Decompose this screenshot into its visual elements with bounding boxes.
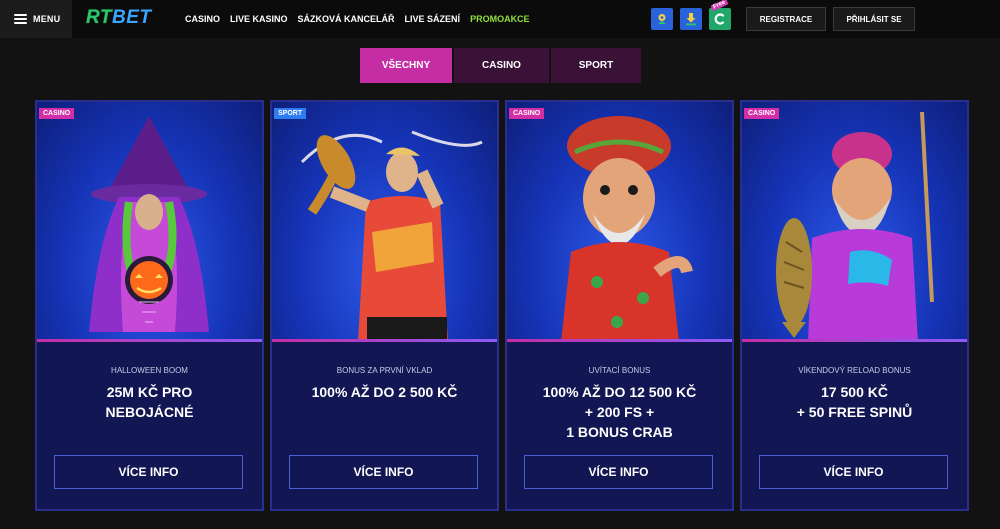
category-badge: CASINO: [744, 108, 780, 119]
promo-card-body: BONUS ZA PRVNÍ VKLAD 100% AŽ DO 2 500 KČ…: [272, 342, 497, 509]
logo[interactable]: RTBET: [86, 7, 151, 29]
promo-subtitle: BONUS ZA PRVNÍ VKLAD: [336, 366, 433, 375]
nav-casino[interactable]: CASINO: [185, 14, 220, 24]
register-button[interactable]: REGISTRACE: [746, 7, 826, 31]
category-badge: SPORT: [274, 108, 307, 119]
download-icon: [686, 13, 696, 26]
nav-promotions[interactable]: PROMOAKCE: [470, 14, 530, 24]
promo-card-weekend-reload: CASINO VÍKENDOVÝ RELOAD BONUS 17 500 KČ …: [740, 100, 969, 511]
top-bar: MENU RTBET CASINO LIVE KASINO SÁZKOVÁ KA…: [0, 0, 1000, 38]
nav-sportsbook[interactable]: SÁZKOVÁ KANCELÁŘ: [298, 14, 395, 24]
nav-live-casino[interactable]: LIVE KASINO: [230, 14, 288, 24]
tab-sport[interactable]: SPORT: [551, 48, 641, 83]
promo-headline: 100% AŽ DO 2 500 KČ: [272, 382, 497, 402]
tab-all[interactable]: VŠECHNY: [360, 48, 452, 83]
promo-headline: 100% AŽ DO 12 500 KČ + 200 FS + 1 BONUS …: [507, 382, 732, 442]
promo-card-sport-first-deposit: SPORT BONUS ZA PRVNÍ VKLAD 100% AŽ DO 2 …: [270, 100, 499, 511]
location-button[interactable]: [651, 8, 673, 30]
free-bonus-icon: [714, 13, 725, 25]
old-man-illustration: [561, 116, 693, 342]
promo-card-body: HALLOWEEN BOOM 25M KČ PRO NEBOJÁCNÉ VÍCE…: [37, 342, 262, 509]
more-info-button[interactable]: VÍCE INFO: [54, 455, 243, 489]
menu-icon: [14, 14, 27, 24]
more-info-button[interactable]: VÍCE INFO: [524, 455, 713, 489]
free-bonus-button[interactable]: Free: [709, 0, 731, 30]
promo-card-welcome-casino: CASINO UVÍTACÍ BONUS 100% AŽ DO 12 500 K…: [505, 100, 734, 511]
promo-image-witch: [37, 102, 262, 342]
headline-line: 100% AŽ DO 12 500 KČ: [542, 384, 697, 400]
promo-image-trophy-player: [272, 102, 497, 342]
trophy-player-illustration: [300, 130, 483, 342]
promo-image-fisherman: [742, 102, 967, 342]
promo-card-body: UVÍTACÍ BONUS 100% AŽ DO 12 500 KČ + 200…: [507, 342, 732, 509]
headline-line: 1 BONUS CRAB: [566, 424, 673, 440]
promo-card-halloween: CASINO HALLOWEEN BOOM 25M KČ PRO NEBOJÁC…: [35, 100, 264, 511]
more-info-button[interactable]: VÍCE INFO: [759, 455, 948, 489]
logo-bet: BET: [111, 7, 152, 28]
fisherman-illustration: [776, 111, 934, 342]
category-badge: CASINO: [39, 108, 75, 119]
promo-card-body: VÍKENDOVÝ RELOAD BONUS 17 500 KČ + 50 FR…: [742, 342, 967, 509]
headline-line: 17 500 KČ: [821, 384, 888, 400]
tab-casino[interactable]: CASINO: [454, 48, 549, 83]
login-button[interactable]: PŘIHLÁSIT SE: [833, 7, 915, 31]
more-info-button[interactable]: VÍCE INFO: [289, 455, 478, 489]
witch-illustration: [89, 116, 209, 332]
promo-headline: 17 500 KČ + 50 FREE SPINŮ: [742, 382, 967, 422]
headline-line: 100% AŽ DO 2 500 KČ: [311, 384, 458, 400]
free-tag: Free: [710, 0, 729, 12]
location-icon: [658, 14, 666, 24]
promo-headline: 25M KČ PRO NEBOJÁCNÉ: [37, 382, 262, 422]
main-nav: CASINO LIVE KASINO SÁZKOVÁ KANCELÁŘ LIVE…: [185, 0, 530, 38]
category-badge: CASINO: [509, 108, 545, 119]
headline-line: + 200 FS +: [584, 404, 655, 420]
promo-subtitle: VÍKENDOVÝ RELOAD BONUS: [798, 366, 911, 375]
promo-subtitle: UVÍTACÍ BONUS: [588, 366, 651, 375]
promo-image-old-man: [507, 102, 732, 342]
headline-line: 25M KČ PRO: [106, 384, 193, 400]
download-button[interactable]: [680, 8, 702, 30]
menu-label: MENU: [33, 14, 61, 24]
promo-subtitle: HALLOWEEN BOOM: [111, 366, 188, 375]
promo-filter-tabs: VŠECHNY CASINO SPORT: [360, 48, 641, 83]
menu-button[interactable]: MENU: [0, 0, 72, 38]
nav-live-betting[interactable]: LIVE SÁZENÍ: [405, 14, 461, 24]
headline-line: + 50 FREE SPINŮ: [796, 404, 913, 420]
logo-rt: RT: [86, 7, 112, 28]
utility-icons: Free: [651, 0, 731, 30]
headline-line: NEBOJÁCNÉ: [105, 404, 194, 420]
